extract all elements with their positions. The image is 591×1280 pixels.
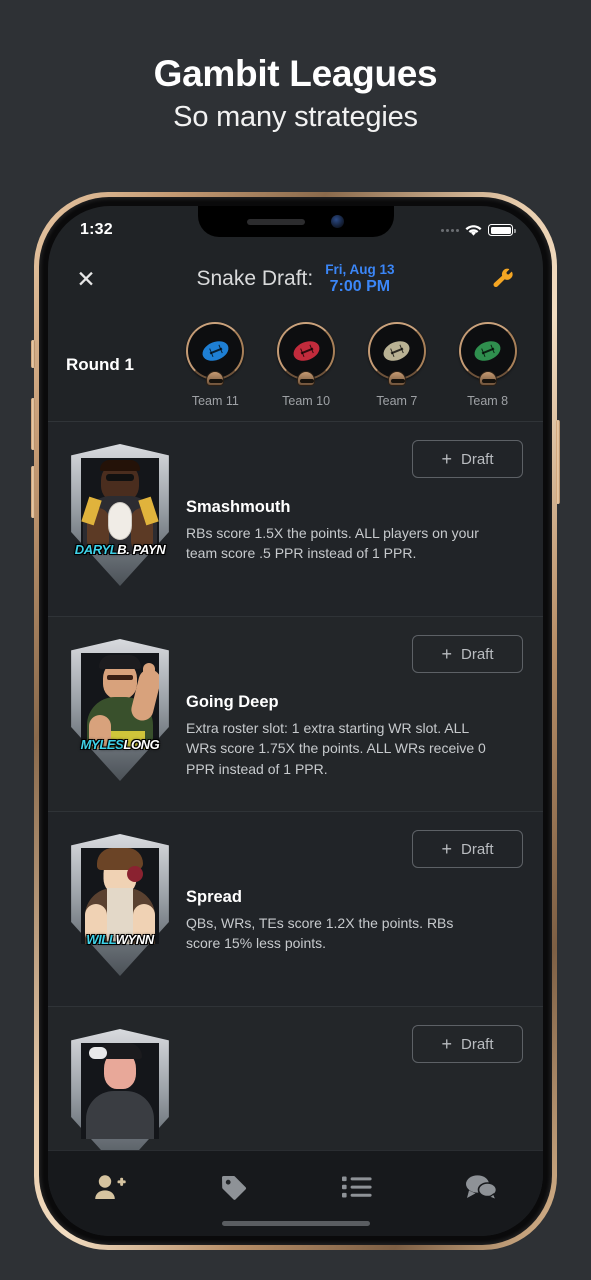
helmet-badge-icon [297,370,316,386]
strategy-description: RBs score 1.5X the points. ALL players o… [186,525,479,562]
team-item[interactable]: Team 11 [174,321,256,408]
tab-tags[interactable] [172,1167,296,1207]
card-text: Spread QBs, WRs, TEs score 1.2X the poin… [186,834,486,954]
player-shield-avatar: MYLESLONG [68,639,172,781]
player-last-name: WYNN [115,932,155,947]
card-text: Going Deep Extra roster slot: 1 extra st… [186,639,486,779]
draft-date: Fri, Aug 13 [325,262,395,278]
list-item[interactable]: + Draft [48,1007,543,1150]
app-nav-bar: ✕ Snake Draft: Fri, Aug 13 7:00 PM [48,250,543,308]
strategy-title: Spread [186,888,242,906]
player-name-badge: DARYLB. PAYN [70,543,170,556]
add-person-icon [95,1174,126,1199]
team-item[interactable]: Team 8 [447,321,529,408]
list-item[interactable]: + Draft [48,422,543,617]
list-item[interactable]: + Draft [48,812,543,1007]
team-name: Team 10 [282,393,331,408]
mute-switch[interactable] [31,340,35,368]
volume-down-button[interactable] [31,466,35,518]
team-avatar [277,321,336,386]
notch [197,206,394,237]
wifi-icon [465,224,482,236]
team-name: Team 8 [467,393,509,408]
football-icon [290,337,323,364]
player-name-badge: WILLWYNN [70,933,170,946]
player-first-name: WILL [86,932,116,947]
player-shield-avatar [68,1029,172,1150]
player-last-name: LONG [123,737,160,752]
card-body: WILLWYNN Spread QBs, WRs, TEs score 1.2X… [68,834,523,976]
promo-subtitle: So many strategies [173,100,418,133]
status-time: 1:32 [80,221,113,238]
earpiece-speaker [247,218,305,225]
draft-time: 7:00 PM [329,277,391,295]
strategy-title: Going Deep [186,693,279,711]
strategy-list[interactable]: + Draft DARYLB. PAYN Smashmouth RBs scor… [48,422,543,1150]
card-body: DARYLB. PAYN Smashmouth RBs score 1.5X t… [68,444,523,586]
volume-up-button[interactable] [31,398,35,450]
round-strip: Round 1 Team 11 Team 10 Team 7 Team 8 [48,308,543,422]
tag-icon [221,1176,246,1200]
helmet-badge-icon [478,370,497,386]
tab-chat[interactable] [419,1167,543,1207]
player-first-name: DARYL [74,542,118,557]
power-button[interactable] [556,420,560,504]
team-list: Team 11 Team 10 Team 7 Team 8 [170,321,543,408]
strategy-description: Extra roster slot: 1 extra starting WR s… [186,720,486,777]
signal-dots-icon [441,228,459,232]
card-body: MYLESLONG Going Deep Extra roster slot: … [68,639,523,781]
chat-bubbles-icon [466,1175,498,1200]
promo-title: Gambit Leagues [153,52,438,94]
team-item[interactable]: Team 10 [265,321,347,408]
battery-full-icon [488,224,516,236]
team-name: Team 7 [376,393,418,408]
football-icon [380,337,413,364]
phone-bezel: 1:32 ✕ Snake Draft: Fri, Aug 13 7:00 PM … [39,197,552,1245]
card-text: Smashmouth RBs score 1.5X the points. AL… [186,444,486,564]
promo-header: Gambit Leagues So many strategies [0,0,591,186]
front-camera-icon [331,215,344,228]
strategy-description: QBs, WRs, TEs score 1.2X the points. RBs… [186,915,454,952]
phone-frame: 1:32 ✕ Snake Draft: Fri, Aug 13 7:00 PM … [31,192,560,1250]
card-body [68,1029,523,1150]
helmet-badge-icon [206,370,225,386]
helmet-badge-icon [387,370,406,386]
player-first-name: MYLES [80,737,124,752]
wrench-icon[interactable] [487,262,521,296]
close-icon[interactable]: ✕ [68,261,104,297]
team-avatar [367,321,426,386]
team-avatar [458,321,517,386]
nav-center: Snake Draft: Fri, Aug 13 7:00 PM [104,262,487,295]
team-item[interactable]: Team 7 [356,321,438,408]
round-label: Round 1 [66,354,134,374]
draft-datetime[interactable]: Fri, Aug 13 7:00 PM [325,262,394,295]
page-title: Snake Draft: [196,266,314,290]
strategy-title: Smashmouth [186,498,291,516]
list-icon [342,1176,372,1198]
list-item[interactable]: + Draft [48,617,543,812]
team-name: Team 11 [191,393,239,408]
player-name-badge: MYLESLONG [70,738,170,751]
team-avatar [186,321,245,386]
football-icon [471,337,504,364]
tab-invite[interactable] [48,1167,172,1207]
status-icons [441,224,516,237]
player-shield-avatar: DARYLB. PAYN [68,444,172,586]
player-last-name: B. PAYN [117,542,166,557]
football-icon [199,337,232,364]
tab-list[interactable] [296,1167,420,1207]
phone-screen: 1:32 ✕ Snake Draft: Fri, Aug 13 7:00 PM … [48,206,543,1236]
home-indicator [221,1221,370,1226]
player-shield-avatar: WILLWYNN [68,834,172,976]
